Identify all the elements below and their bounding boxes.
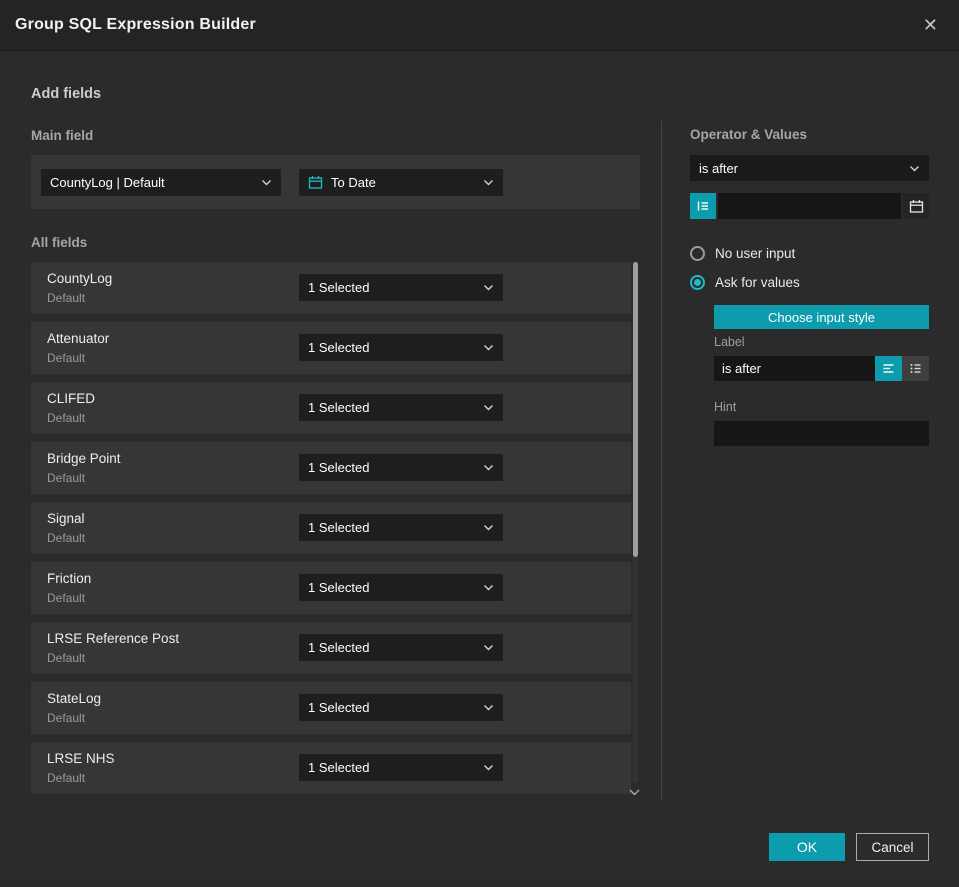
main-field-select-value: CountyLog | Default [50,174,165,190]
checklist-icon [910,364,921,373]
panel-divider [661,121,662,800]
label-input[interactable] [714,356,875,381]
chevron-down-icon [484,765,493,771]
add-fields-heading: Add fields [31,86,102,102]
no-user-input-label: No user input [715,246,796,261]
field-row: Attenuator Default 1 Selected [31,322,631,374]
scrollbar-thumb[interactable] [633,262,638,557]
operator-select[interactable]: is after [690,155,929,181]
all-fields-label: All fields [31,235,88,250]
value-input[interactable] [718,193,901,219]
field-row: CountyLog Default 1 Selected [31,262,631,314]
field-row: Friction Default 1 Selected [31,562,631,614]
chevron-down-icon [484,285,493,291]
field-selection-select[interactable]: 1 Selected [299,274,503,301]
date-picker-button[interactable] [903,193,929,219]
dialog-title: Group SQL Expression Builder [15,16,256,33]
chevron-down-icon [484,525,493,531]
choose-input-style-button[interactable]: Choose input style [714,305,929,329]
field-selection-value: 1 Selected [308,700,370,715]
chevron-down-icon [484,645,493,651]
field-values-icon [697,201,708,211]
field-values-toggle-button[interactable] [690,193,716,219]
field-selection-value: 1 Selected [308,280,370,295]
field-selection-value: 1 Selected [308,340,370,355]
main-field-label: Main field [31,128,94,143]
chevron-down-icon [484,345,493,351]
chevron-down-icon [484,179,493,185]
close-icon[interactable]: ✕ [917,13,944,38]
align-left-icon [883,364,894,373]
ask-for-values-label: Ask for values [715,275,800,290]
hint-input[interactable] [714,421,929,446]
label-caption: Label [714,335,745,349]
scroll-down-icon[interactable] [628,788,641,797]
field-row: LRSE Reference Post Default 1 Selected [31,622,631,674]
operator-select-value: is after [699,160,739,176]
field-selection-value: 1 Selected [308,640,370,655]
ask-for-values-radio[interactable]: Ask for values [690,275,800,290]
group-sql-expression-builder-dialog: Group SQL Expression Builder ✕ Add field… [0,0,959,887]
scrollbar-track[interactable] [633,262,638,782]
main-field-select[interactable]: CountyLog | Default [41,168,281,196]
field-selection-select[interactable]: 1 Selected [299,334,503,361]
field-row: CLIFED Default 1 Selected [31,382,631,434]
chevron-down-icon [484,585,493,591]
field-row: Signal Default 1 Selected [31,502,631,554]
field-selection-select[interactable]: 1 Selected [299,574,503,601]
hint-caption: Hint [714,400,737,414]
field-selection-value: 1 Selected [308,460,370,475]
chevron-down-icon [484,705,493,711]
all-fields-list: CountyLog Default 1 Selected Attenuator … [31,262,631,802]
list-style-button[interactable] [902,356,929,381]
no-user-input-radio[interactable]: No user input [690,246,795,261]
field-selection-select[interactable]: 1 Selected [299,454,503,481]
field-row: StateLog Default 1 Selected [31,682,631,734]
value-input-row [690,193,929,219]
chevron-down-icon [262,179,271,185]
field-row: LRSE NHS Default 1 Selected [31,742,631,794]
field-selection-select[interactable]: 1 Selected [299,394,503,421]
operator-values-heading: Operator & Values [690,127,808,142]
date-type-select-value: To Date [331,174,376,190]
calendar-icon [909,199,923,213]
field-selection-value: 1 Selected [308,520,370,535]
cancel-button[interactable]: Cancel [856,833,929,861]
radio-unchecked-icon [690,246,705,261]
label-input-row [714,356,929,381]
field-row: Bridge Point Default 1 Selected [31,442,631,494]
calendar-icon [308,175,323,189]
date-type-select[interactable]: To Date [299,168,503,196]
radio-checked-icon [690,275,705,290]
chevron-down-icon [484,405,493,411]
field-selection-select[interactable]: 1 Selected [299,514,503,541]
ok-button[interactable]: OK [769,833,845,861]
single-line-style-button[interactable] [875,356,902,381]
chevron-down-icon [910,165,919,171]
field-selection-select[interactable]: 1 Selected [299,754,503,781]
main-field-panel: CountyLog | Default To Date [31,155,640,209]
field-selection-select[interactable]: 1 Selected [299,694,503,721]
chevron-down-icon [484,465,493,471]
dialog-titlebar: Group SQL Expression Builder ✕ [0,0,959,51]
field-selection-value: 1 Selected [308,760,370,775]
field-selection-select[interactable]: 1 Selected [299,634,503,661]
field-selection-value: 1 Selected [308,580,370,595]
field-selection-value: 1 Selected [308,400,370,415]
